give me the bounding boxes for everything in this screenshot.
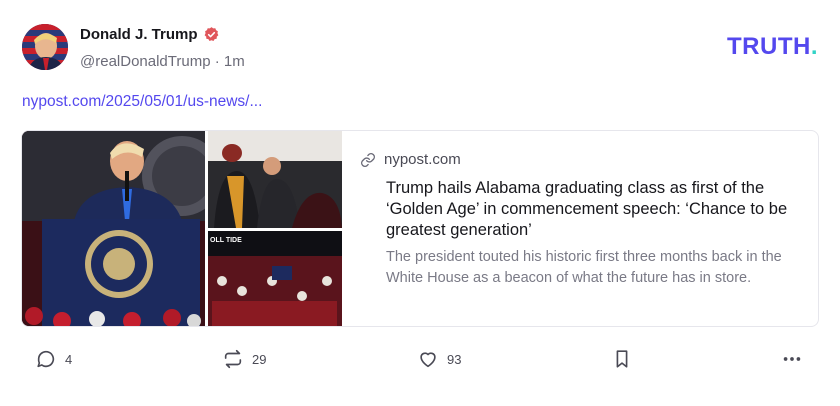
- author-avatar[interactable]: [22, 24, 68, 70]
- card-domain-row: nypost.com: [360, 151, 461, 168]
- reply-button[interactable]: 4: [35, 348, 72, 370]
- verified-badge-icon: [204, 27, 219, 41]
- card-domain: nypost.com: [384, 151, 461, 168]
- like-count: 93: [447, 351, 462, 367]
- more-icon: [783, 357, 801, 361]
- post-time[interactable]: 1m: [224, 53, 245, 70]
- heart-icon: [420, 352, 436, 368]
- retruth-icon: [224, 349, 242, 369]
- bookmark-button[interactable]: [611, 348, 633, 370]
- link-icon: [361, 152, 375, 167]
- card-image[interactable]: OLL TIDE: [22, 131, 342, 326]
- like-button[interactable]: 93: [417, 348, 461, 370]
- reply-icon: [37, 350, 55, 368]
- author-name[interactable]: Donald J. Trump: [80, 26, 198, 43]
- image-caption: OLL TIDE: [210, 237, 242, 244]
- link-preview-card[interactable]: OLL TIDE nypost.com Trump hails Alabama …: [21, 130, 819, 327]
- bookmark-icon: [616, 350, 628, 368]
- logo-dot: .: [810, 33, 818, 60]
- post-actions: 4 29 93: [0, 348, 840, 378]
- card-description: The president touted his historic first …: [386, 249, 782, 286]
- retruth-count: 29: [252, 351, 267, 367]
- author-handle-line: @realDonaldTrump · 1m: [80, 53, 245, 70]
- truth-logo[interactable]: TRUTH.: [727, 33, 818, 61]
- separator: ·: [214, 53, 220, 70]
- logo-text: TRUTH: [727, 33, 811, 60]
- more-options-button[interactable]: [781, 348, 803, 370]
- author-handle[interactable]: @realDonaldTrump: [80, 53, 211, 70]
- truth-post: Donald J. Trump @realDonaldTrump · 1m TR…: [0, 0, 840, 406]
- card-title: Trump hails Alabama graduating class as …: [386, 179, 788, 239]
- post-link[interactable]: nypost.com/2025/05/01/us-news/...: [22, 93, 262, 111]
- reply-count: 4: [65, 351, 73, 367]
- retruth-button[interactable]: 29: [222, 348, 266, 370]
